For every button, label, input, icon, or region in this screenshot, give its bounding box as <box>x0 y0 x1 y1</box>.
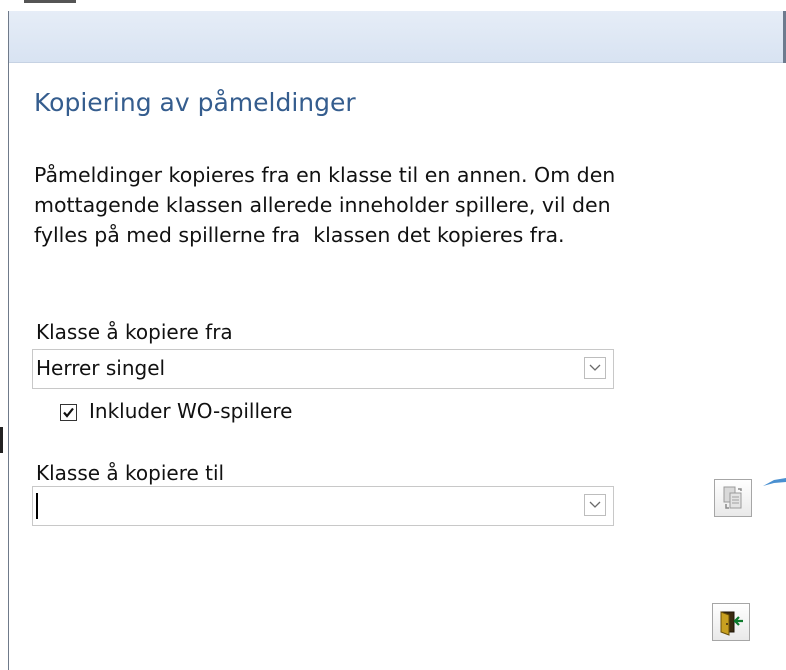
form-title: Kopiering av påmeldinger <box>34 88 356 117</box>
include-wo-checkbox[interactable] <box>60 404 77 421</box>
window-titlebar[interactable] <box>9 11 783 63</box>
form-description: Påmeldinger kopieres fra en klasse til e… <box>34 163 616 247</box>
left-edge-mark <box>0 427 3 453</box>
cropped-text-fragment <box>24 0 76 3</box>
exit-door-icon <box>720 611 743 636</box>
from-class-combobox[interactable]: Herrer singel <box>32 349 614 389</box>
chevron-down-icon[interactable] <box>584 494 606 516</box>
to-class-combobox[interactable] <box>32 486 614 526</box>
copy-entries-button[interactable] <box>714 479 752 517</box>
callout-arrow-icon <box>763 478 786 486</box>
copy-entries-icon <box>723 486 742 509</box>
to-class-label: Klasse å kopiere til <box>36 461 225 485</box>
top-strip <box>0 0 786 11</box>
from-class-label: Klasse å kopiere fra <box>36 320 233 344</box>
include-wo-label: Inkluder WO-spillere <box>89 399 293 423</box>
exit-button[interactable] <box>712 603 750 641</box>
from-class-value: Herrer singel <box>36 356 166 380</box>
text-cursor <box>36 493 38 519</box>
chevron-down-icon[interactable] <box>584 357 606 379</box>
